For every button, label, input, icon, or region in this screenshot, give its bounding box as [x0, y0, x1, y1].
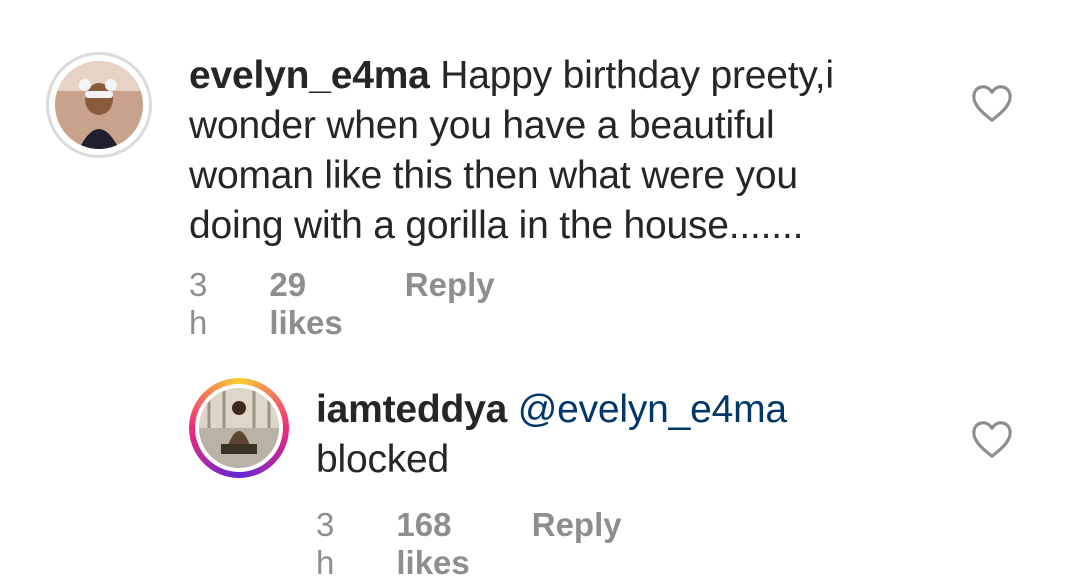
comment-meta: 3 h 168 likes Reply	[316, 506, 622, 582]
avatar[interactable]	[46, 52, 152, 158]
reply-body: iamteddya @evelyn_e4ma blocked	[316, 385, 916, 485]
reply-line-1: iamteddya @evelyn_e4ma	[316, 385, 916, 435]
likes-count[interactable]: 168 likes	[396, 506, 469, 582]
comment-line-1: evelyn_e4ma Happy birthday preety,i	[189, 51, 929, 101]
profile-photo-icon	[199, 388, 279, 468]
reply-line-2: blocked	[316, 438, 450, 481]
avatar-photo	[55, 61, 143, 149]
likes-count[interactable]: 29 likes	[269, 266, 342, 342]
comment-text: Happy birthday preety,i	[440, 54, 834, 97]
username[interactable]: iamteddya	[316, 388, 507, 431]
profile-photo-icon	[55, 61, 143, 149]
timestamp: 3 h	[316, 506, 335, 581]
mention-link[interactable]: @evelyn_e4ma	[518, 388, 787, 431]
comment-line-3: woman like this then what were you	[189, 154, 798, 197]
username[interactable]: evelyn_e4ma	[189, 54, 430, 97]
comment-line-4: doing with a gorilla in the house.......	[189, 204, 804, 247]
reply-button[interactable]: Reply	[532, 506, 622, 544]
comment-body: evelyn_e4ma Happy birthday preety,i wond…	[189, 51, 929, 251]
reply-button[interactable]: Reply	[405, 266, 495, 304]
timestamp: 3 h	[189, 266, 208, 341]
heart-outline-icon[interactable]	[970, 420, 1014, 460]
avatar-photo	[195, 384, 283, 472]
comment-meta: 3 h 29 likes Reply	[189, 266, 495, 342]
heart-outline-icon[interactable]	[970, 84, 1014, 124]
avatar[interactable]	[189, 378, 289, 478]
comment-line-2: wonder when you have a beautiful	[189, 104, 775, 147]
